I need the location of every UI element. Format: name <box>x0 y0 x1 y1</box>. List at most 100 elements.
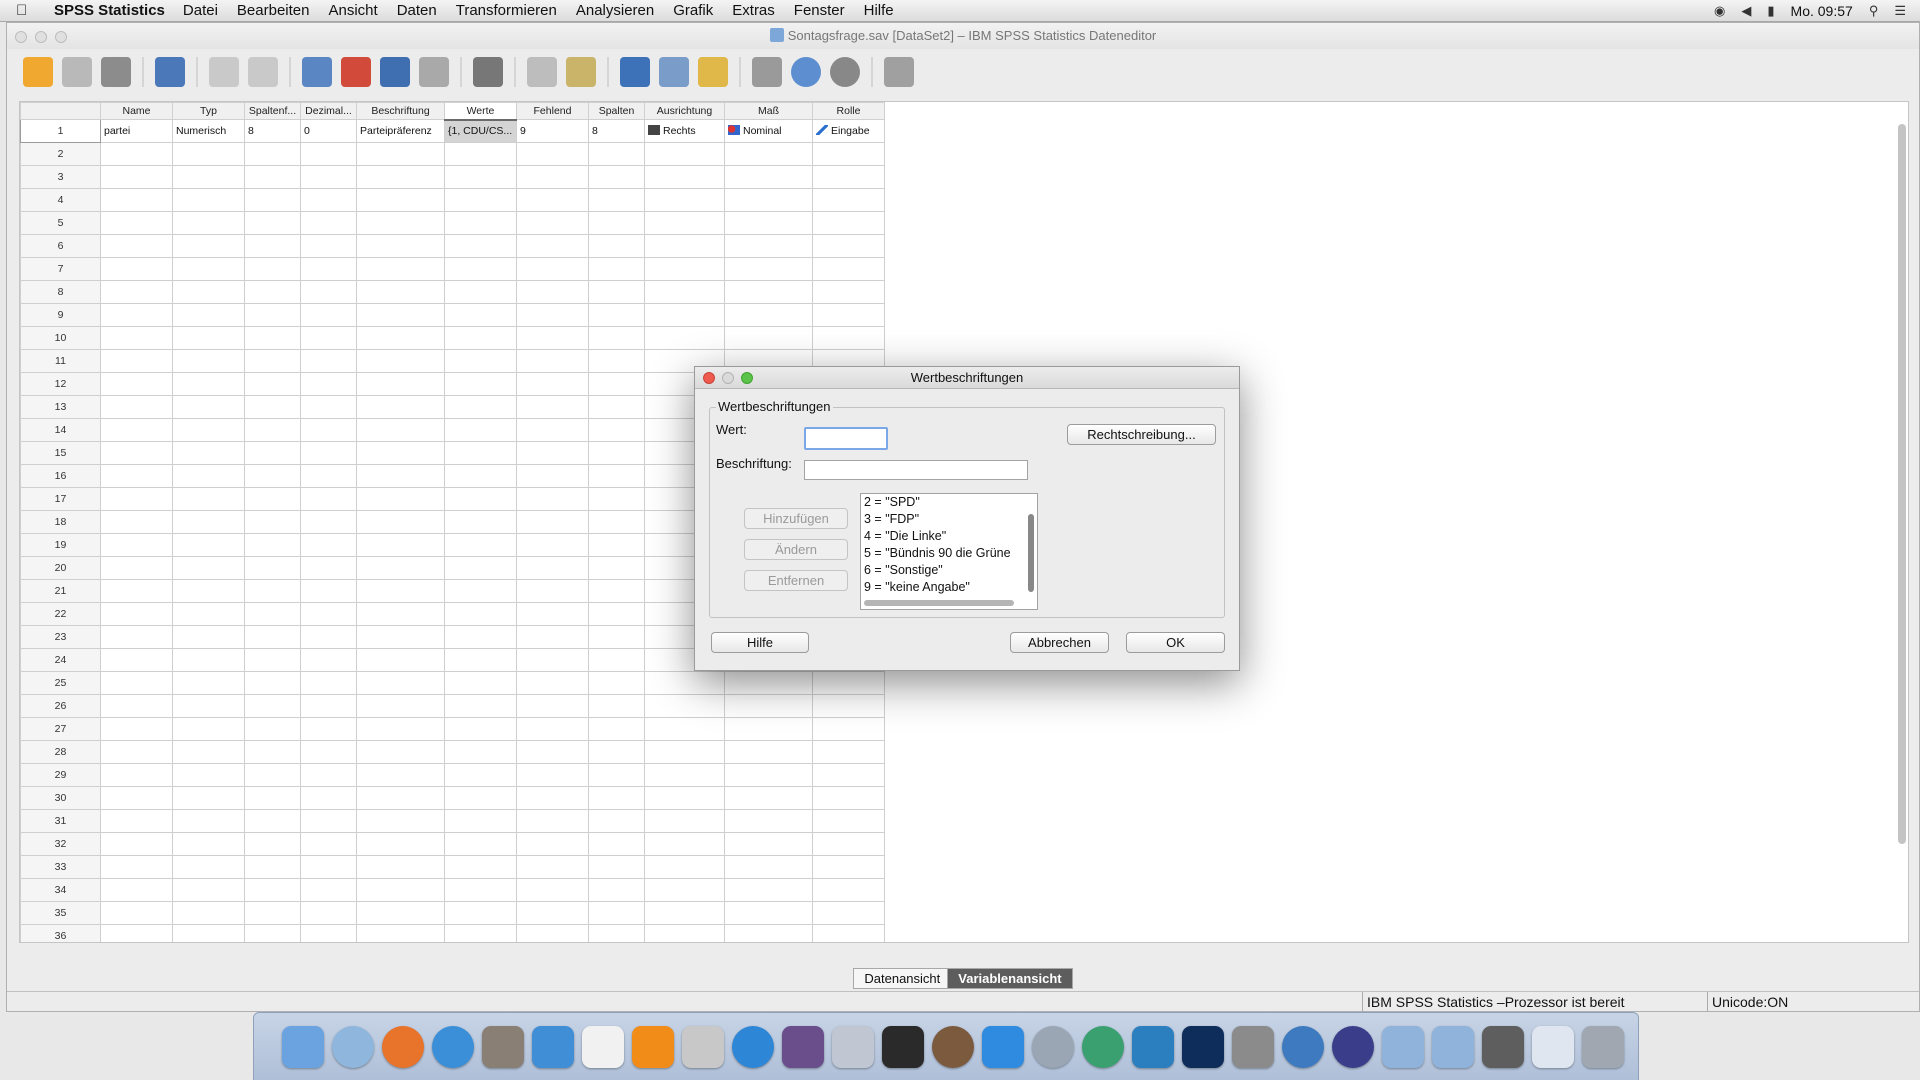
empty-cell[interactable] <box>172 165 245 189</box>
empty-cell[interactable] <box>444 326 517 350</box>
menu-transformieren[interactable]: Transformieren <box>456 2 557 19</box>
empty-cell[interactable] <box>356 694 445 718</box>
empty-cell[interactable] <box>356 326 445 350</box>
empty-cell[interactable] <box>444 349 517 373</box>
empty-cell[interactable] <box>172 211 245 235</box>
empty-cell[interactable] <box>172 786 245 810</box>
screen-sharing-icon[interactable] <box>1482 1025 1524 1068</box>
col-header-dezimal[interactable]: Dezimal... <box>300 102 357 120</box>
row-number[interactable]: 28 <box>20 740 101 764</box>
empty-cell[interactable] <box>724 142 813 166</box>
empty-cell[interactable] <box>300 349 357 373</box>
cell-ausrichtung[interactable]: Rechts <box>644 119 725 143</box>
empty-cell[interactable] <box>356 441 445 465</box>
cell-rolle[interactable]: Eingabe <box>812 119 885 143</box>
row-number[interactable]: 11 <box>20 349 101 373</box>
empty-cell[interactable] <box>724 855 813 879</box>
empty-cell[interactable] <box>516 671 589 695</box>
empty-cell[interactable] <box>172 832 245 856</box>
empty-cell[interactable] <box>300 579 357 603</box>
empty-cell[interactable] <box>444 855 517 879</box>
row-number[interactable]: 7 <box>20 257 101 281</box>
empty-cell[interactable] <box>300 326 357 350</box>
empty-cell[interactable] <box>300 832 357 856</box>
empty-cell[interactable] <box>172 579 245 603</box>
empty-cell[interactable] <box>812 188 885 212</box>
empty-cell[interactable] <box>100 579 173 603</box>
empty-cell[interactable] <box>444 257 517 281</box>
row-number[interactable]: 5 <box>20 211 101 235</box>
empty-cell[interactable] <box>100 165 173 189</box>
empty-cell[interactable] <box>588 280 645 304</box>
empty-cell[interactable] <box>588 809 645 833</box>
empty-cell[interactable] <box>812 809 885 833</box>
empty-cell[interactable] <box>588 855 645 879</box>
empty-cell[interactable] <box>100 464 173 488</box>
cell-spaltenformat[interactable]: 8 <box>244 119 301 143</box>
empty-cell[interactable] <box>100 395 173 419</box>
empty-cell[interactable] <box>172 395 245 419</box>
row-number[interactable]: 14 <box>20 418 101 442</box>
empty-cell[interactable] <box>444 602 517 626</box>
empty-cell[interactable] <box>172 510 245 534</box>
empty-cell[interactable] <box>300 740 357 764</box>
row-number[interactable]: 36 <box>20 924 101 942</box>
empty-cell[interactable] <box>356 740 445 764</box>
empty-cell[interactable] <box>244 809 301 833</box>
iphoto-icon[interactable] <box>482 1025 524 1068</box>
empty-cell[interactable] <box>356 464 445 488</box>
empty-cell[interactable] <box>356 556 445 580</box>
row-number[interactable]: 15 <box>20 441 101 465</box>
empty-cell[interactable] <box>172 878 245 902</box>
empty-cell[interactable] <box>444 579 517 603</box>
empty-cell[interactable] <box>244 671 301 695</box>
empty-cell[interactable] <box>172 648 245 672</box>
row-number[interactable]: 31 <box>20 809 101 833</box>
empty-cell[interactable] <box>516 280 589 304</box>
empty-cell[interactable] <box>172 671 245 695</box>
spell-check-icon[interactable] <box>884 57 914 87</box>
empty-cell[interactable] <box>300 418 357 442</box>
empty-cell[interactable] <box>588 579 645 603</box>
empty-cell[interactable] <box>724 280 813 304</box>
empty-cell[interactable] <box>100 510 173 534</box>
empty-cell[interactable] <box>100 671 173 695</box>
empty-cell[interactable] <box>644 165 725 189</box>
empty-cell[interactable] <box>300 165 357 189</box>
empty-cell[interactable] <box>724 326 813 350</box>
col-header-fehlend[interactable]: Fehlend <box>516 102 589 120</box>
empty-cell[interactable] <box>644 717 725 741</box>
empty-cell[interactable] <box>244 901 301 925</box>
value-input[interactable] <box>804 427 888 450</box>
empty-cell[interactable] <box>172 533 245 557</box>
empty-cell[interactable] <box>356 924 445 942</box>
empty-cell[interactable] <box>300 234 357 258</box>
empty-cell[interactable] <box>516 855 589 879</box>
empty-cell[interactable] <box>300 257 357 281</box>
print-icon[interactable] <box>101 57 131 87</box>
empty-cell[interactable] <box>356 487 445 511</box>
empty-cell[interactable] <box>588 740 645 764</box>
open-folder-icon[interactable] <box>23 57 53 87</box>
empty-cell[interactable] <box>724 924 813 942</box>
empty-cell[interactable] <box>812 165 885 189</box>
empty-cell[interactable] <box>356 855 445 879</box>
empty-cell[interactable] <box>724 878 813 902</box>
empty-cell[interactable] <box>300 786 357 810</box>
empty-cell[interactable] <box>588 510 645 534</box>
empty-cell[interactable] <box>724 188 813 212</box>
empty-cell[interactable] <box>516 694 589 718</box>
row-number[interactable]: 35 <box>20 901 101 925</box>
empty-cell[interactable] <box>100 809 173 833</box>
empty-cell[interactable] <box>356 349 445 373</box>
empty-cell[interactable] <box>300 855 357 879</box>
empty-cell[interactable] <box>100 303 173 327</box>
empty-cell[interactable] <box>588 671 645 695</box>
cell-beschriftung[interactable]: Parteipräferenz <box>356 119 445 143</box>
empty-cell[interactable] <box>644 326 725 350</box>
empty-cell[interactable] <box>244 878 301 902</box>
row-number[interactable]: 24 <box>20 648 101 672</box>
show-all-variables-icon[interactable] <box>830 57 860 87</box>
empty-cell[interactable] <box>244 303 301 327</box>
empty-cell[interactable] <box>300 280 357 304</box>
